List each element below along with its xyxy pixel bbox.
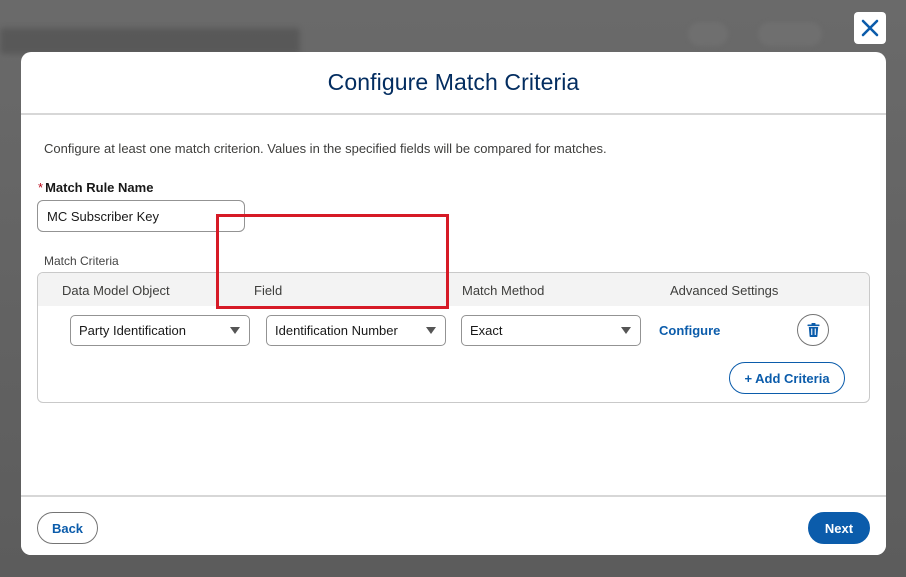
data-model-object-value: Party Identification xyxy=(79,323,186,338)
match-method-select[interactable]: Exact xyxy=(461,315,641,346)
match-criteria-section-label: Match Criteria xyxy=(44,254,119,268)
configure-match-criteria-modal: Configure Match Criteria Configure at le… xyxy=(21,52,886,555)
column-header-data-model-object: Data Model Object xyxy=(62,283,170,298)
modal-header: Configure Match Criteria xyxy=(21,52,886,115)
delete-criterion-button[interactable] xyxy=(797,314,829,346)
field-value: Identification Number xyxy=(275,323,398,338)
intro-text: Configure at least one match criterion. … xyxy=(44,141,607,156)
next-button[interactable]: Next xyxy=(808,512,870,544)
modal-body: Configure at least one match criterion. … xyxy=(21,115,886,495)
modal-title: Configure Match Criteria xyxy=(327,69,580,95)
match-method-value: Exact xyxy=(470,323,503,338)
column-header-field: Field xyxy=(254,283,283,298)
background-button-blur xyxy=(758,22,822,46)
chevron-down-icon xyxy=(426,327,436,334)
data-model-object-select[interactable]: Party Identification xyxy=(70,315,250,346)
match-rule-name-label-text: Match Rule Name xyxy=(45,180,154,195)
modal-footer: Back Next xyxy=(21,495,886,555)
back-button[interactable]: Back xyxy=(37,512,98,544)
match-rule-name-label: * Match Rule Name xyxy=(38,180,153,195)
trash-icon xyxy=(807,323,819,337)
column-header-match-method: Match Method xyxy=(462,283,545,298)
chevron-down-icon xyxy=(621,327,631,334)
chevron-down-icon xyxy=(230,327,240,334)
match-criteria-header: Data Model Object Field Match Method Adv… xyxy=(38,273,869,306)
match-criteria-table: Data Model Object Field Match Method Adv… xyxy=(37,272,870,403)
add-criteria-button[interactable]: + Add Criteria xyxy=(729,362,845,394)
close-icon xyxy=(861,19,879,37)
close-modal-button[interactable] xyxy=(854,12,886,44)
background-button-blur xyxy=(688,22,728,46)
required-marker: * xyxy=(38,180,44,195)
configure-advanced-settings-link[interactable]: Configure xyxy=(659,323,720,338)
field-select[interactable]: Identification Number xyxy=(266,315,446,346)
match-rule-name-input[interactable] xyxy=(37,200,245,232)
background-title-blur xyxy=(0,28,300,54)
column-header-advanced-settings: Advanced Settings xyxy=(670,283,779,298)
